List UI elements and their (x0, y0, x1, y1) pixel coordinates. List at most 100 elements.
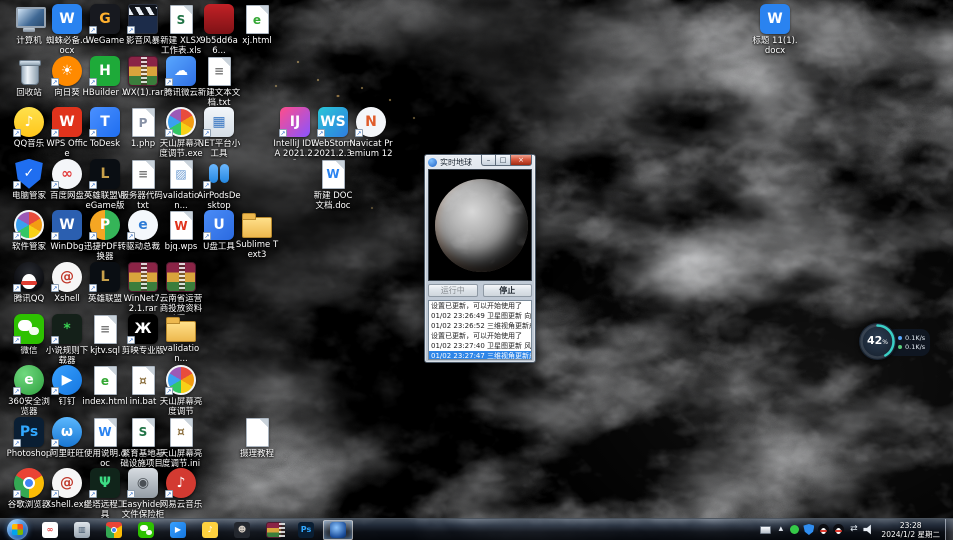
bjq-wps-icon: W (170, 211, 193, 240)
desktop-icon-airpods-desktop[interactable]: ↗AirPodsDesktop (196, 159, 242, 211)
taskbar-app-realtime-earth[interactable] (323, 520, 353, 540)
shortcut-arrow-icon: ↗ (51, 439, 59, 447)
taskbar-app-avatar-app[interactable]: ☻ (227, 520, 257, 540)
shortcut-arrow-icon: ↗ (13, 181, 21, 189)
kjtv-sql-icon: ≡ (94, 315, 117, 344)
chrome-icon (106, 522, 122, 538)
desktop: 计算机W蜘蛛必备.docxG↗WeGame↗影音风暴S新建 XLSX 工作表.x… (0, 0, 953, 540)
desktop-icon-tutorial-file[interactable]: 摄理教程 (234, 417, 280, 459)
shortcut-arrow-icon: ↗ (203, 129, 211, 137)
desktop-icon-net-platform-tool[interactable]: ▦↗NET平台小工具 (196, 107, 242, 159)
running-status-button[interactable]: 运行中 (428, 284, 478, 297)
icon-label: 天山屏幕亮度调节.ini (158, 449, 204, 469)
shortcut-arrow-icon: ↗ (51, 336, 59, 344)
shortcut-arrow-icon: ↗ (51, 387, 59, 395)
log-entry[interactable]: 设置已更新，可以开始使用了 (429, 331, 531, 341)
log-entry[interactable]: 01/02 23:27:40 卫星图更新 风云4号 - 中国 (429, 341, 531, 351)
qq-music-icon: ♪ (202, 522, 218, 538)
download-dot-icon (898, 345, 902, 349)
log-entry[interactable]: 01/02 23:26:52 三维视角更新成功 (429, 321, 531, 331)
validation-file-icon: ▨ (170, 160, 193, 189)
minimize-button[interactable]: – (481, 155, 496, 166)
taskbar-app-remote-tool[interactable]: ▥ (67, 520, 97, 540)
ini-bat-icon: ¤ (132, 366, 155, 395)
stop-button[interactable]: 停止 (483, 284, 533, 297)
log-entry[interactable]: 01/02 23:26:49 卫星图更新 向日葵8号 - 日本 (429, 311, 531, 321)
shortcut-arrow-icon: ↗ (127, 232, 135, 240)
volume-tray-icon[interactable] (863, 524, 874, 535)
desktop-icon-xj-html[interactable]: e xj.html (234, 4, 280, 46)
taskbar-app-qq-music[interactable]: ♪ (195, 520, 225, 540)
desktop-icon-navicat[interactable]: N↗Navicat Premium 12 (348, 107, 394, 159)
breeding-xls-icon: S (132, 418, 155, 447)
qq-tray-2-icon[interactable] (833, 524, 844, 535)
wx-rar-icon (128, 56, 158, 86)
shortcut-arrow-icon: ↗ (203, 232, 211, 240)
icon-label: 新建 DOC 文档.doc (310, 191, 356, 211)
realtime-earth-icon (330, 522, 346, 538)
desktop-icon-screen-brightness[interactable]: ↗天山屏幕亮度调节 (158, 365, 204, 417)
button-row: 运行中 停止 (428, 284, 532, 297)
show-desktop-button[interactable] (945, 519, 953, 540)
taskbar-app-dingtalk[interactable]: ▶ (163, 520, 193, 540)
desktop-icon-new-doc[interactable]: W新建 DOC 文档.doc (310, 159, 356, 211)
desktop-icon-brightness-ini[interactable]: ¤天山屏幕亮度调节.ini (158, 417, 204, 469)
desktop-icon-validation-folder[interactable]: validation... (158, 314, 204, 364)
shortcut-arrow-icon: ↗ (51, 232, 59, 240)
acceleration-ball-widget[interactable]: 42% (859, 323, 896, 360)
avatar-app-icon: ☻ (234, 522, 250, 538)
winnet-rar-icon (128, 262, 158, 292)
close-button[interactable]: × (511, 155, 532, 166)
qq-tray-1-icon[interactable] (818, 524, 829, 535)
clock[interactable]: 23:28 2024/1/2 星期二 (881, 521, 940, 539)
icon-label: xj.html (234, 36, 280, 46)
desktop-icon-netease-music[interactable]: ♪↗网易云音乐 (158, 468, 204, 510)
shortcut-arrow-icon: ↗ (317, 129, 325, 137)
desktop-icon-new-txt[interactable]: ≡新建文本文档.txt (196, 56, 242, 108)
log-entry-selected[interactable]: 01/02 23:27:47 三维视角更新成功 (429, 351, 531, 360)
taskbar-apps: ∞▥ ▶ ♪ ☻ Ps (0, 519, 354, 540)
yunnan-rar-icon (166, 262, 196, 292)
shortcut-arrow-icon: ↗ (51, 181, 59, 189)
icon-label: Sublime Text3 (234, 240, 280, 260)
tutorial-file-icon (246, 418, 269, 447)
desktop-icon-sublime-folder[interactable]: Sublime Text3 (234, 210, 280, 260)
taskbar-app-photoshop[interactable]: Ps (291, 520, 321, 540)
icon-label: 云南省运营商投放资料HT.. (158, 294, 204, 315)
wechat-icon (138, 522, 154, 538)
shortcut-arrow-icon: ↗ (165, 490, 173, 498)
taskbar-app-wechat[interactable] (131, 520, 161, 540)
input-keyboard-icon[interactable] (760, 526, 771, 534)
update-log-list[interactable]: 设置已更新，可以开始使用了01/02 23:26:49 卫星图更新 向日葵8号 … (428, 300, 532, 360)
shortcut-arrow-icon: ↗ (51, 284, 59, 292)
taskbar: ∞▥ ▶ ♪ ☻ Ps ▴ ⇄ 23:28 2024/1/2 星期二 (0, 518, 953, 540)
realtime-earth-window: 实时地球 – □ × 运行中 停止 设置已更新，可以开始使用了01/02 23:… (424, 154, 536, 363)
clock-time: 23:28 (881, 521, 940, 530)
shortcut-arrow-icon: ↗ (89, 284, 97, 292)
log-entry[interactable]: 设置已更新，可以开始使用了 (429, 301, 531, 311)
network-tray-icon[interactable]: ⇄ (848, 524, 859, 535)
security-shield-tray-icon[interactable] (803, 524, 814, 535)
desktop-icon-yunnan-rar[interactable]: 云南省运营商投放资料HT.. (158, 262, 204, 315)
shortcut-arrow-icon: ↗ (13, 336, 21, 344)
icon-label: Navicat Premium 12 (348, 139, 394, 159)
shortcut-arrow-icon: ↗ (51, 490, 59, 498)
maximize-button[interactable]: □ (496, 155, 511, 166)
start-button[interactable] (7, 519, 28, 540)
desktop-icon-title-docx[interactable]: W标题 11(1).docx (752, 4, 798, 56)
title-bar[interactable]: 实时地球 – □ × (425, 155, 535, 169)
taskbar-app-baidu-netdisk[interactable]: ∞ (35, 520, 65, 540)
xj-html-icon: e (246, 5, 269, 34)
shortcut-arrow-icon: ↗ (89, 232, 97, 240)
shortcut-arrow-icon: ↗ (165, 78, 173, 86)
show-hidden-icons-icon[interactable]: ▴ (775, 524, 786, 535)
progress-ring-icon (859, 323, 896, 360)
wechat-tray-icon[interactable] (790, 525, 799, 534)
shortcut-arrow-icon: ↗ (13, 129, 21, 137)
window-title: 实时地球 (440, 157, 472, 168)
taskbar-app-chrome[interactable] (99, 520, 129, 540)
earth-preview (428, 169, 532, 281)
taskbar-app-winrar[interactable] (259, 520, 289, 540)
dialog-body: 运行中 停止 设置已更新，可以开始使用了01/02 23:26:49 卫星图更新… (425, 169, 535, 363)
computer-icon (14, 4, 44, 34)
